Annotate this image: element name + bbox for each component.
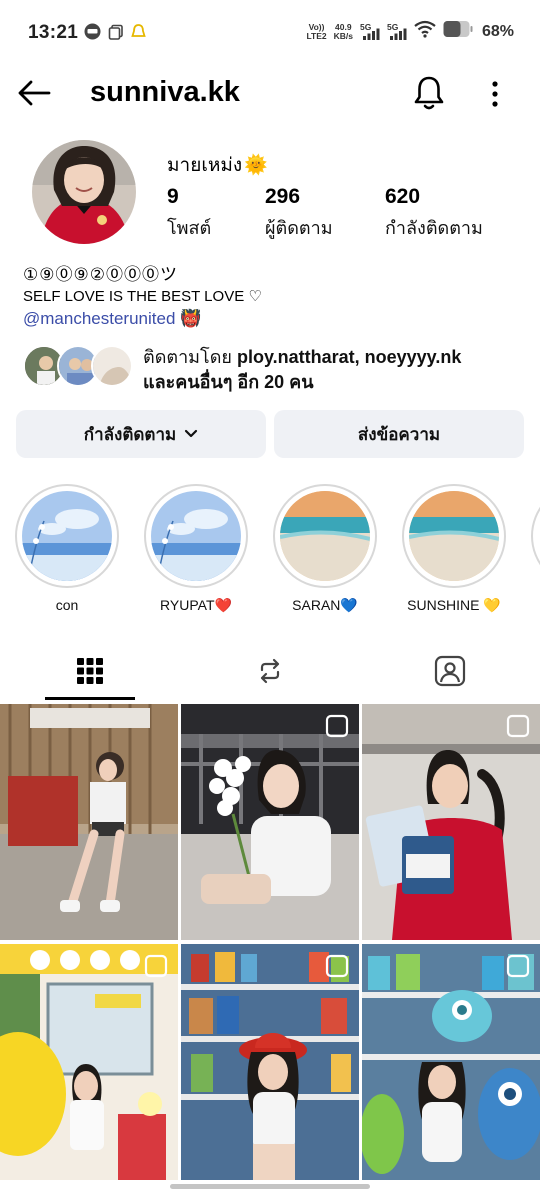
grid-post[interactable] — [362, 944, 540, 1180]
bell-app-icon — [130, 23, 147, 40]
post-thumbnail — [362, 704, 540, 940]
battery-percent: 68% — [481, 22, 514, 40]
post-thumbnail — [0, 704, 178, 940]
wifi-icon — [414, 20, 436, 43]
highlight-label: SARAN💙 — [292, 597, 358, 613]
highlight-cover — [409, 491, 499, 581]
stat-value: 296 — [265, 185, 301, 208]
profile-header: sunniva.kk — [0, 66, 540, 122]
chevron-down-icon — [185, 429, 198, 438]
grid-post[interactable] — [0, 704, 178, 940]
avatar-photo — [32, 140, 136, 244]
bio-line: ①⑨⓪⑨②⓪⓪⓪ツ — [23, 265, 178, 284]
post-thumbnail — [181, 704, 359, 940]
stat-posts[interactable]: 9 โพสต์ — [167, 185, 211, 242]
volte-indicator: Vo)) LTE2 — [306, 21, 327, 41]
stat-value: 620 — [385, 185, 421, 208]
story-highlight[interactable]: SUNSHINE 💛 — [402, 484, 506, 614]
mention-link[interactable]: @manchesterunited — [23, 309, 175, 328]
stat-label: โพสต์ — [167, 218, 212, 238]
grid-post[interactable] — [0, 944, 178, 1180]
tab-tagged[interactable] — [360, 640, 540, 702]
signal-sim2-icon: 5G — [387, 22, 407, 41]
bell-icon — [414, 76, 444, 110]
highlight-label: SUNSHINE 💛 — [407, 597, 501, 613]
story-highlight[interactable]: SARAN💙 — [273, 484, 377, 614]
tab-posts[interactable] — [0, 640, 180, 702]
more-vertical-icon — [492, 81, 498, 107]
grid-post[interactable] — [362, 704, 540, 940]
status-indicators: Vo)) LTE2 40.9 KB/s 5G 5G 68% — [306, 20, 514, 43]
bio-mention[interactable]: @manchesterunited 👹 — [23, 309, 523, 329]
stat-value: 9 — [167, 185, 179, 208]
posts-grid — [0, 704, 540, 1180]
grid-post[interactable] — [181, 704, 359, 940]
stat-followers[interactable]: 296 ผู้ติดตาม — [265, 185, 333, 242]
repost-icon — [260, 658, 280, 684]
profile-avatar[interactable] — [32, 140, 136, 244]
profile-username: sunniva.kk — [90, 76, 240, 108]
grid-post[interactable] — [181, 944, 359, 1180]
more-options-button[interactable] — [484, 78, 506, 110]
status-bar: 13:21 Vo)) LTE2 40.9 KB/s 5G 5G 68% — [0, 0, 540, 66]
stat-label: ผู้ติดตาม — [265, 218, 333, 238]
signal-sim1-icon: 5G — [360, 22, 380, 41]
copy-icon — [107, 23, 124, 40]
story-highlight[interactable]: RYUPAT❤️ — [144, 484, 248, 614]
highlight-label: con — [55, 597, 79, 613]
post-thumbnail — [362, 944, 540, 1180]
highlight-cover — [22, 491, 112, 581]
tab-reposts[interactable] — [180, 640, 360, 702]
story-highlight[interactable]: con — [15, 484, 119, 613]
line-app-icon — [84, 23, 101, 40]
grid-icon — [77, 658, 103, 684]
home-indicator[interactable] — [170, 1184, 370, 1189]
notification-icons — [84, 23, 147, 40]
tagged-person-icon — [434, 655, 466, 687]
mutual-followers-avatars[interactable] — [23, 345, 135, 389]
story-highlight-partial[interactable] — [531, 484, 540, 588]
status-time: 13:21 — [28, 22, 79, 43]
message-button[interactable]: ส่งข้อความ — [274, 410, 524, 458]
post-thumbnail — [181, 944, 359, 1180]
post-thumbnail — [0, 944, 178, 1180]
network-speed: 40.9 KB/s — [333, 21, 353, 41]
stat-label: กำลังติดตาม — [385, 218, 483, 238]
battery-icon — [443, 20, 473, 43]
back-button[interactable] — [16, 78, 52, 108]
profile-tabs — [0, 640, 540, 702]
profile-display-name: มายเหม่ง 🌞 — [167, 155, 268, 176]
mutual-avatar — [91, 345, 133, 387]
stat-following[interactable]: 620 กำลังติดตาม — [385, 185, 483, 242]
highlight-label: RYUPAT❤️ — [160, 597, 232, 613]
bio-line: SELF LOVE IS THE BEST LOVE ♡ — [23, 288, 262, 305]
followed-by-text[interactable]: ติดตามโดย ploy.nattharat, noeyyyy.nk และ… — [143, 345, 461, 395]
highlight-cover — [151, 491, 241, 581]
ogre-emoji: 👹 — [180, 309, 202, 328]
notifications-button[interactable] — [412, 74, 446, 112]
sun-emoji: 🌞 — [244, 155, 268, 176]
highlight-cover — [280, 491, 370, 581]
back-arrow-icon — [18, 80, 51, 106]
active-tab-indicator — [45, 697, 135, 700]
following-button[interactable]: กำลังติดตาม — [16, 410, 266, 458]
